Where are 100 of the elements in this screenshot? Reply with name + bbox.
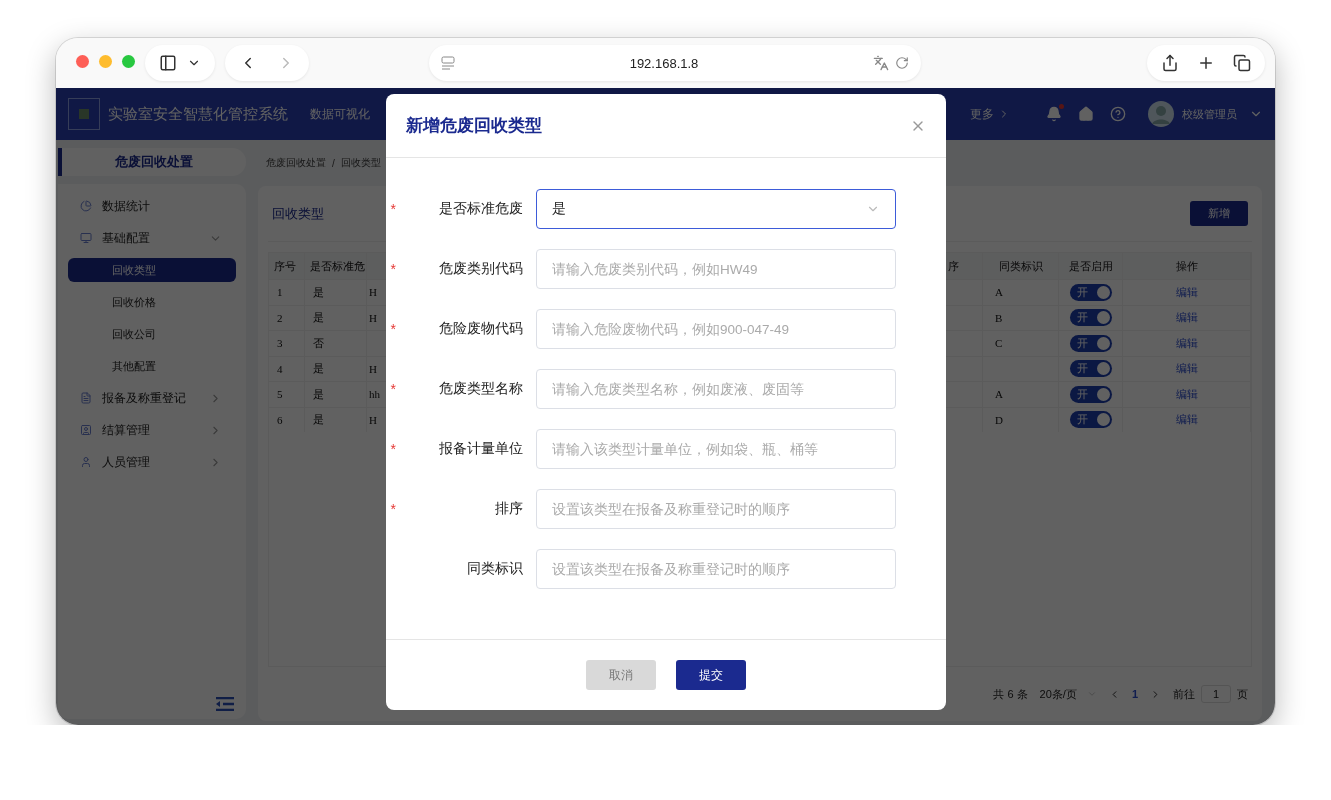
column-header: 操作 bbox=[1123, 253, 1251, 279]
submit-button[interactable]: 提交 bbox=[676, 660, 746, 690]
table-cell: D bbox=[983, 406, 1059, 432]
column-header: 序 bbox=[946, 253, 983, 279]
required-mark: * bbox=[389, 381, 397, 397]
table-cell: A bbox=[983, 279, 1059, 305]
share-icon[interactable] bbox=[1161, 54, 1179, 72]
new-tab-icon[interactable] bbox=[1197, 54, 1215, 72]
input-field[interactable]: 设置该类型在报备及称重登记时的顺序 bbox=[536, 489, 896, 529]
column-header: 序号 bbox=[269, 253, 305, 279]
sidebar-subitem[interactable]: 回收价格 bbox=[68, 290, 236, 314]
tabs-icon[interactable] bbox=[1233, 54, 1251, 72]
sidebar-item[interactable]: 数据统计 bbox=[68, 190, 236, 222]
required-mark: * bbox=[389, 261, 397, 277]
select-field[interactable]: 是 bbox=[536, 189, 896, 229]
required-mark: * bbox=[389, 441, 397, 457]
input-field[interactable]: 请输入该类型计量单位，例如袋、瓶、桶等 bbox=[536, 429, 896, 469]
close-window-icon[interactable] bbox=[76, 55, 89, 68]
menu-icon bbox=[80, 424, 92, 436]
field-label: 危险废物代码 bbox=[438, 320, 523, 338]
cancel-button[interactable]: 取消 bbox=[586, 660, 656, 690]
page-number[interactable]: 1 bbox=[1131, 688, 1138, 700]
input-field[interactable]: 请输入危废类型名称，例如废液、废固等 bbox=[536, 369, 896, 409]
field-label: 同类标识 bbox=[466, 560, 523, 578]
sidebar-icon[interactable] bbox=[159, 54, 177, 72]
sidebar-item[interactable]: 人员管理 bbox=[68, 446, 236, 478]
minimize-window-icon[interactable] bbox=[99, 55, 112, 68]
table-cell: 6 bbox=[269, 406, 305, 432]
reload-icon[interactable] bbox=[895, 56, 909, 70]
breadcrumb-separator: / bbox=[332, 157, 335, 169]
required-mark: * bbox=[389, 201, 397, 217]
edit-link[interactable]: 编辑 bbox=[1175, 386, 1198, 402]
translate-icon[interactable] bbox=[873, 55, 889, 71]
logo-mark-icon bbox=[79, 109, 89, 119]
help-icon[interactable] bbox=[1110, 106, 1126, 122]
menu-icon bbox=[80, 200, 92, 212]
app-title: 实验室安全智慧化管控系统 bbox=[108, 104, 288, 124]
dialog-title: 新增危废回收类型 bbox=[406, 115, 542, 137]
column-header: 同类标识 bbox=[983, 253, 1059, 279]
table-cell: 5 bbox=[269, 381, 305, 407]
menu-icon bbox=[80, 232, 92, 244]
maximize-window-icon[interactable] bbox=[122, 55, 135, 68]
menu-icon bbox=[80, 456, 92, 468]
edit-link[interactable]: 编辑 bbox=[1175, 335, 1198, 351]
input-field[interactable]: 请输入危险废物代码，例如900-047-49 bbox=[536, 309, 896, 349]
field-label: 报备计量单位 bbox=[438, 440, 523, 458]
add-button[interactable]: 新增 bbox=[1190, 201, 1248, 226]
enable-switch[interactable]: 开 bbox=[1069, 411, 1112, 429]
enable-switch[interactable]: 开 bbox=[1069, 334, 1112, 352]
bell-icon[interactable] bbox=[1046, 106, 1062, 122]
table-cell: 2 bbox=[269, 304, 305, 330]
required-mark: * bbox=[389, 501, 397, 517]
home-icon[interactable] bbox=[1078, 106, 1094, 122]
page-size-select[interactable]: 20条/页 bbox=[1039, 686, 1097, 702]
collapse-menu-icon[interactable] bbox=[216, 697, 234, 711]
enable-switch[interactable]: 开 bbox=[1069, 385, 1112, 403]
field-label: 是否标准危废 bbox=[438, 200, 523, 218]
field-label: 排序 bbox=[494, 500, 523, 518]
table-cell: A bbox=[983, 381, 1059, 407]
nav-item[interactable]: 数据可视化 bbox=[310, 105, 370, 123]
sidebar-subitem[interactable]: 其他配置 bbox=[68, 354, 236, 378]
card-title: 回收类型 bbox=[272, 204, 324, 223]
input-field[interactable]: 请输入危废类别代码，例如HW49 bbox=[536, 249, 896, 289]
edit-link[interactable]: 编辑 bbox=[1175, 361, 1198, 377]
more-menu[interactable]: 更多 bbox=[970, 105, 1010, 123]
sidebar-item[interactable]: 基础配置 bbox=[68, 222, 236, 254]
menu-icon bbox=[80, 392, 92, 404]
table-cell: 1 bbox=[269, 279, 305, 305]
table-cell: 否 bbox=[305, 330, 367, 356]
address-text: 192.168.1.8 bbox=[628, 55, 700, 71]
enable-switch[interactable]: 开 bbox=[1069, 360, 1112, 378]
edit-link[interactable]: 编辑 bbox=[1175, 310, 1198, 326]
sidebar-item[interactable]: 报备及称重登记 bbox=[68, 382, 236, 414]
field-label: 危废类别代码 bbox=[438, 260, 523, 278]
enable-switch[interactable]: 开 bbox=[1069, 309, 1112, 327]
column-header: 是否启用 bbox=[1059, 253, 1123, 279]
edit-link[interactable]: 编辑 bbox=[1175, 284, 1198, 300]
goto-label: 前往 bbox=[1173, 686, 1195, 702]
table-cell: C bbox=[983, 330, 1059, 356]
user-name[interactable]: 校级管理员 bbox=[1182, 106, 1237, 122]
sidebar-subitem[interactable]: 回收公司 bbox=[68, 322, 236, 346]
input-field[interactable]: 设置该类型在报备及称重登记时的顺序 bbox=[536, 549, 896, 589]
table-cell: 是 bbox=[305, 381, 367, 407]
sidebar-item[interactable]: 结算管理 bbox=[68, 414, 236, 446]
avatar-icon bbox=[1148, 101, 1174, 127]
page-icon bbox=[441, 56, 455, 70]
table-cell: 4 bbox=[269, 355, 305, 381]
edit-link[interactable]: 编辑 bbox=[1175, 412, 1198, 428]
page-suffix: 页 bbox=[1237, 686, 1248, 702]
table-cell: 是 bbox=[305, 406, 367, 432]
table-cell: B bbox=[983, 304, 1059, 330]
address-bar[interactable]: 192.168.1.8 bbox=[429, 45, 921, 81]
enable-switch[interactable]: 开 bbox=[1069, 283, 1112, 301]
table-cell: 是 bbox=[305, 355, 367, 381]
goto-field[interactable]: 1 bbox=[1201, 685, 1231, 703]
table-cell: 是 bbox=[305, 304, 367, 330]
sidebar-header: 危废回收处置 bbox=[58, 148, 246, 176]
table-cell: 是 bbox=[305, 279, 367, 305]
sidebar-subitem[interactable]: 回收类型 bbox=[68, 258, 236, 282]
field-label: 危废类型名称 bbox=[438, 380, 523, 398]
